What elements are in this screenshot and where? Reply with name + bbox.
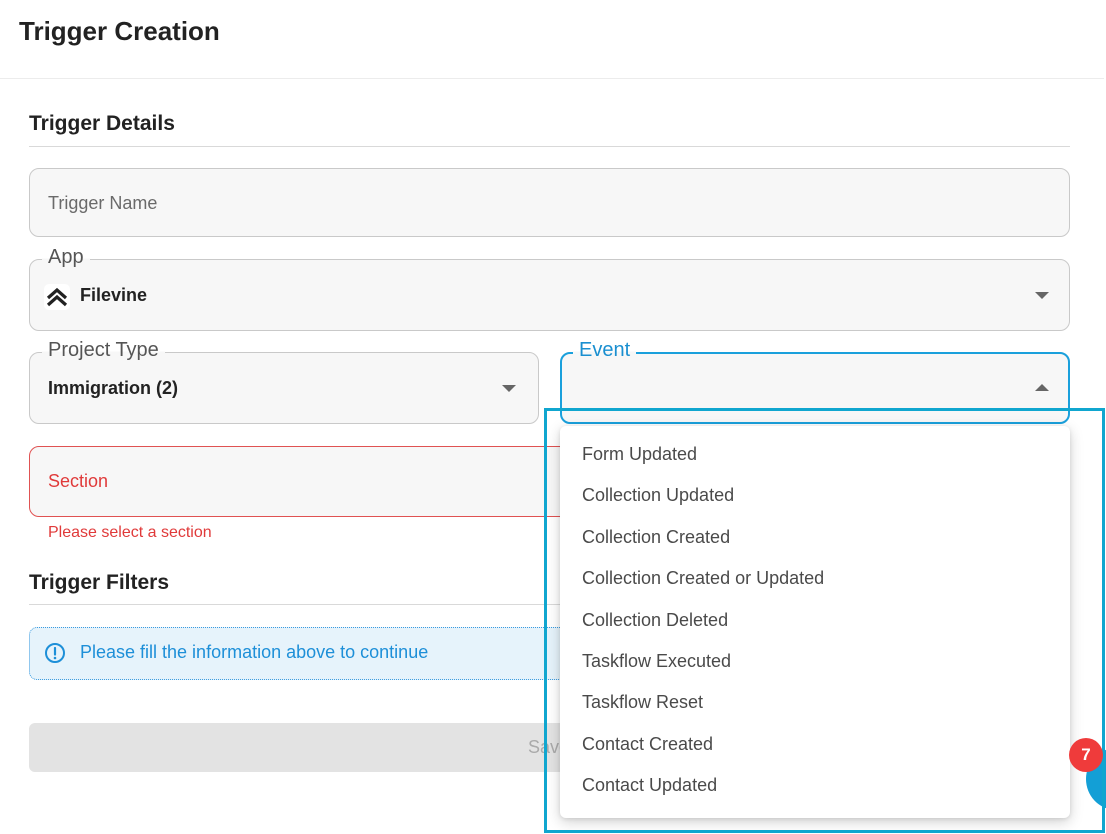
dropdown-highlight-frame xyxy=(544,408,1105,833)
filevine-logo-icon xyxy=(44,284,70,310)
chevron-down-icon xyxy=(1035,292,1049,299)
app-value: Filevine xyxy=(80,285,148,305)
project-type-select[interactable]: Project Type Immigration (2) xyxy=(29,339,539,424)
info-circle-icon xyxy=(44,642,66,669)
trigger-details-divider xyxy=(29,146,1070,147)
event-label: Event xyxy=(573,339,637,362)
section-select[interactable]: Section xyxy=(29,446,589,517)
trigger-name-placeholder: Trigger Name xyxy=(48,193,158,213)
app-select[interactable]: App Filevine xyxy=(29,246,1070,331)
trigger-details-heading: Trigger Details xyxy=(29,112,175,135)
notification-badge[interactable]: 7 xyxy=(1069,738,1103,772)
trigger-name-input[interactable]: Trigger Name xyxy=(29,168,1070,237)
info-alert: Please fill the information above to con… xyxy=(29,627,589,680)
project-type-label: Project Type xyxy=(42,339,165,362)
chevron-up-icon xyxy=(1035,384,1049,391)
page-title: Trigger Creation xyxy=(19,16,220,46)
app-label: App xyxy=(42,246,90,269)
info-alert-text: Please fill the information above to con… xyxy=(80,642,429,662)
trigger-filters-divider xyxy=(29,604,589,605)
section-placeholder: Section xyxy=(48,471,109,491)
project-type-value: Immigration (2) xyxy=(48,378,179,398)
chevron-down-icon xyxy=(502,385,516,392)
page-header: Trigger Creation xyxy=(0,0,1104,79)
trigger-filters-heading: Trigger Filters xyxy=(29,571,170,594)
section-error-message: Please select a section xyxy=(48,524,212,541)
